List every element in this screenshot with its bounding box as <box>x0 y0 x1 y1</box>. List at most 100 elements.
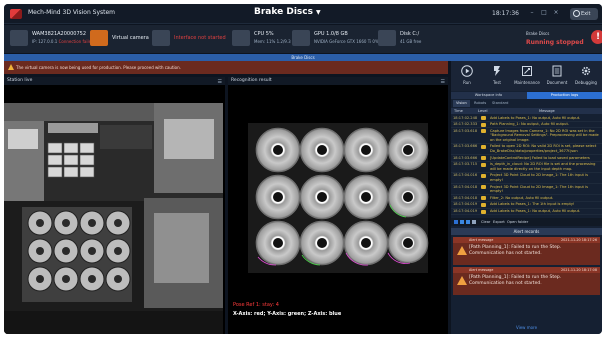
log-row: 18:17:03.618 Capture Images from Camera_1… <box>451 128 602 144</box>
alert-icon: ! <box>591 30 602 44</box>
warning-level-icon <box>481 185 486 190</box>
camera-status[interactable]: Virtual camera <box>90 28 149 50</box>
interface-icon <box>152 30 170 46</box>
log-row: 18:17:04.019 Add Labels to Poses_1: No ou… <box>451 209 602 216</box>
tab-vision[interactable]: Vision <box>453 100 470 107</box>
axis-legend: X-Axis: red; Y-Axis: green; Z-Axis: blue <box>233 311 342 317</box>
log-row: 18:17:02.333 Path Planning_1: No output, … <box>451 122 602 129</box>
log-row: 18:17:03.715 is_depth_in_cloud: No 2D ROI… <box>451 162 602 173</box>
station-camera-image <box>4 103 223 334</box>
alert-message: [Path Planning_1]: Failed to run the Ste… <box>469 245 562 256</box>
pane-header: Recognition result ☰ <box>228 77 448 85</box>
filter-error-icon[interactable] <box>466 220 470 224</box>
cpu-title: CPU 5% <box>254 31 274 37</box>
device-status[interactable]: WAM3821A20000752 IP: 127.0.0.1 Connectio… <box>10 28 94 50</box>
warning-icon <box>457 276 467 285</box>
recognition-result-pane: Recognition result ☰ Pose Ref 1: stay: 4… <box>228 77 448 334</box>
clear-button[interactable]: Clear <box>481 218 490 226</box>
document-button[interactable]: Document <box>543 64 571 90</box>
mech-mind-logo <box>10 9 22 19</box>
warning-level-icon <box>481 162 486 167</box>
disk-status: Disk C:/ 41 GB free <box>378 28 438 50</box>
log-row: 18:17:03.666 [UpdateControlRecipe] Failed… <box>451 155 602 162</box>
debugging-button[interactable]: Debugging <box>572 64 600 90</box>
power-icon <box>573 10 580 17</box>
alert-card-header: Alert message 2021-11-20 18:17:08 <box>453 267 600 273</box>
run-button[interactable]: Run <box>453 64 481 90</box>
log-row: 18:17:04.018 Project 3D Point Cloud to 2D… <box>451 184 602 196</box>
section-title: Brake Discs <box>4 54 602 61</box>
gpu-sub: NVIDIA GeForce GTX 1660 Ti 0% <box>314 39 379 44</box>
log-tabs: Vision Robots Standard <box>451 100 602 107</box>
filter-info-icon[interactable] <box>454 220 458 224</box>
interface-status[interactable]: Interface not started <box>152 28 230 50</box>
document-icon <box>552 65 562 77</box>
filter-warning-icon[interactable] <box>460 220 464 224</box>
warning-level-icon <box>481 209 486 214</box>
cpu-icon <box>232 30 250 46</box>
project-title-dropdown[interactable]: Brake Discs ▼ <box>254 7 321 17</box>
minimize-icon[interactable]: – <box>528 9 536 17</box>
warning-level-icon <box>481 173 486 178</box>
run-status-project: Brake Discs <box>526 31 550 36</box>
tab-robots[interactable]: Robots <box>471 100 489 107</box>
log-row: 18:17:04.019 Add Labels to Poses_1: The 1… <box>451 202 602 209</box>
camera-label: Virtual camera <box>112 35 149 41</box>
gpu-title: GPU 1.0/8 GB <box>314 31 348 37</box>
log-footer: Clear Export Open folder <box>451 218 602 226</box>
warning-level-icon <box>481 196 486 201</box>
maximize-icon[interactable]: □ <box>540 9 548 17</box>
column-message: Message <box>539 109 555 113</box>
panel-tabs: Workspace info Production logs <box>451 92 602 99</box>
gear-icon <box>581 66 591 76</box>
tab-standard[interactable]: Standard <box>489 100 511 107</box>
log-row: 18:17:02.248 Add Labels to Poses_1: No ou… <box>451 115 602 122</box>
warning-level-icon <box>481 116 486 120</box>
log-row: 18:17:03.666 Failed to open 2D ROI: No va… <box>451 144 602 156</box>
gpu-icon <box>292 30 310 46</box>
open-folder-button[interactable]: Open folder <box>507 218 528 226</box>
disk-title: Disk C:/ <box>400 31 420 37</box>
menu-icon[interactable]: ☰ <box>218 78 222 86</box>
run-status-state: Running stopped <box>526 39 584 46</box>
maintenance-icon <box>522 66 532 76</box>
exit-button[interactable]: Exit <box>570 8 598 20</box>
clock: 18:17:36 <box>492 10 519 17</box>
column-level: Level <box>478 109 488 113</box>
app-window: Mech-Mind 3D Vision System Brake Discs ▼ … <box>4 4 602 334</box>
project-title: Brake Discs <box>254 7 313 17</box>
cpu-status: CPU 5% Mem: 11% 1.2/9.3 GB <box>232 28 298 50</box>
export-button[interactable]: Export <box>493 218 505 226</box>
pane-header: Station live ☰ <box>4 77 225 85</box>
alert-card-header: Alert message 2021-11-20 18:17:26 <box>453 237 600 243</box>
test-icon <box>494 66 500 76</box>
log-row: 18:17:04.016 Project 3D Point Cloud to 2D… <box>451 173 602 185</box>
log-header: Time Level Message <box>451 108 602 114</box>
filter-debug-icon[interactable] <box>472 220 476 224</box>
disk-sub: 41 GB free <box>400 39 422 44</box>
alert-message: [Path Planning_1]: Failed to run the Ste… <box>469 275 562 286</box>
point-cloud-view <box>228 85 448 334</box>
view-more-link[interactable]: View more <box>451 325 602 330</box>
warning-level-icon <box>481 122 486 127</box>
disk-icon <box>378 30 396 46</box>
warning-icon <box>8 64 14 70</box>
tab-production-logs[interactable]: Production logs <box>527 92 602 99</box>
alert-records-header: Alert records <box>451 228 602 235</box>
log-list[interactable]: 18:17:02.248 Add Labels to Poses_1: No ou… <box>451 115 602 224</box>
log-row: 18:17:04.018 Filter_2: No output, Auto fi… <box>451 195 602 202</box>
camera-icon <box>10 30 28 46</box>
test-button[interactable]: Test <box>483 64 511 90</box>
column-time: Time <box>454 109 463 113</box>
tab-workspace-info[interactable]: Workspace info <box>451 92 526 99</box>
alert-card[interactable]: Alert message 2021-11-20 18:17:26 [Path P… <box>453 237 600 265</box>
warning-level-icon <box>481 129 486 134</box>
close-icon[interactable]: × <box>552 9 560 17</box>
run-status[interactable]: Brake Discs Running stopped ! <box>526 28 602 50</box>
pane-title: Recognition result <box>231 78 272 83</box>
interface-label: Interface not started <box>174 35 226 41</box>
pose-overlay: Pose Ref 1: stay: 4 <box>233 302 279 308</box>
gpu-status: GPU 1.0/8 GB NVIDIA GeForce GTX 1660 Ti … <box>292 28 379 50</box>
alert-card[interactable]: Alert message 2021-11-20 18:17:08 [Path P… <box>453 267 600 295</box>
maintenance-button[interactable]: Maintenance <box>513 64 541 90</box>
